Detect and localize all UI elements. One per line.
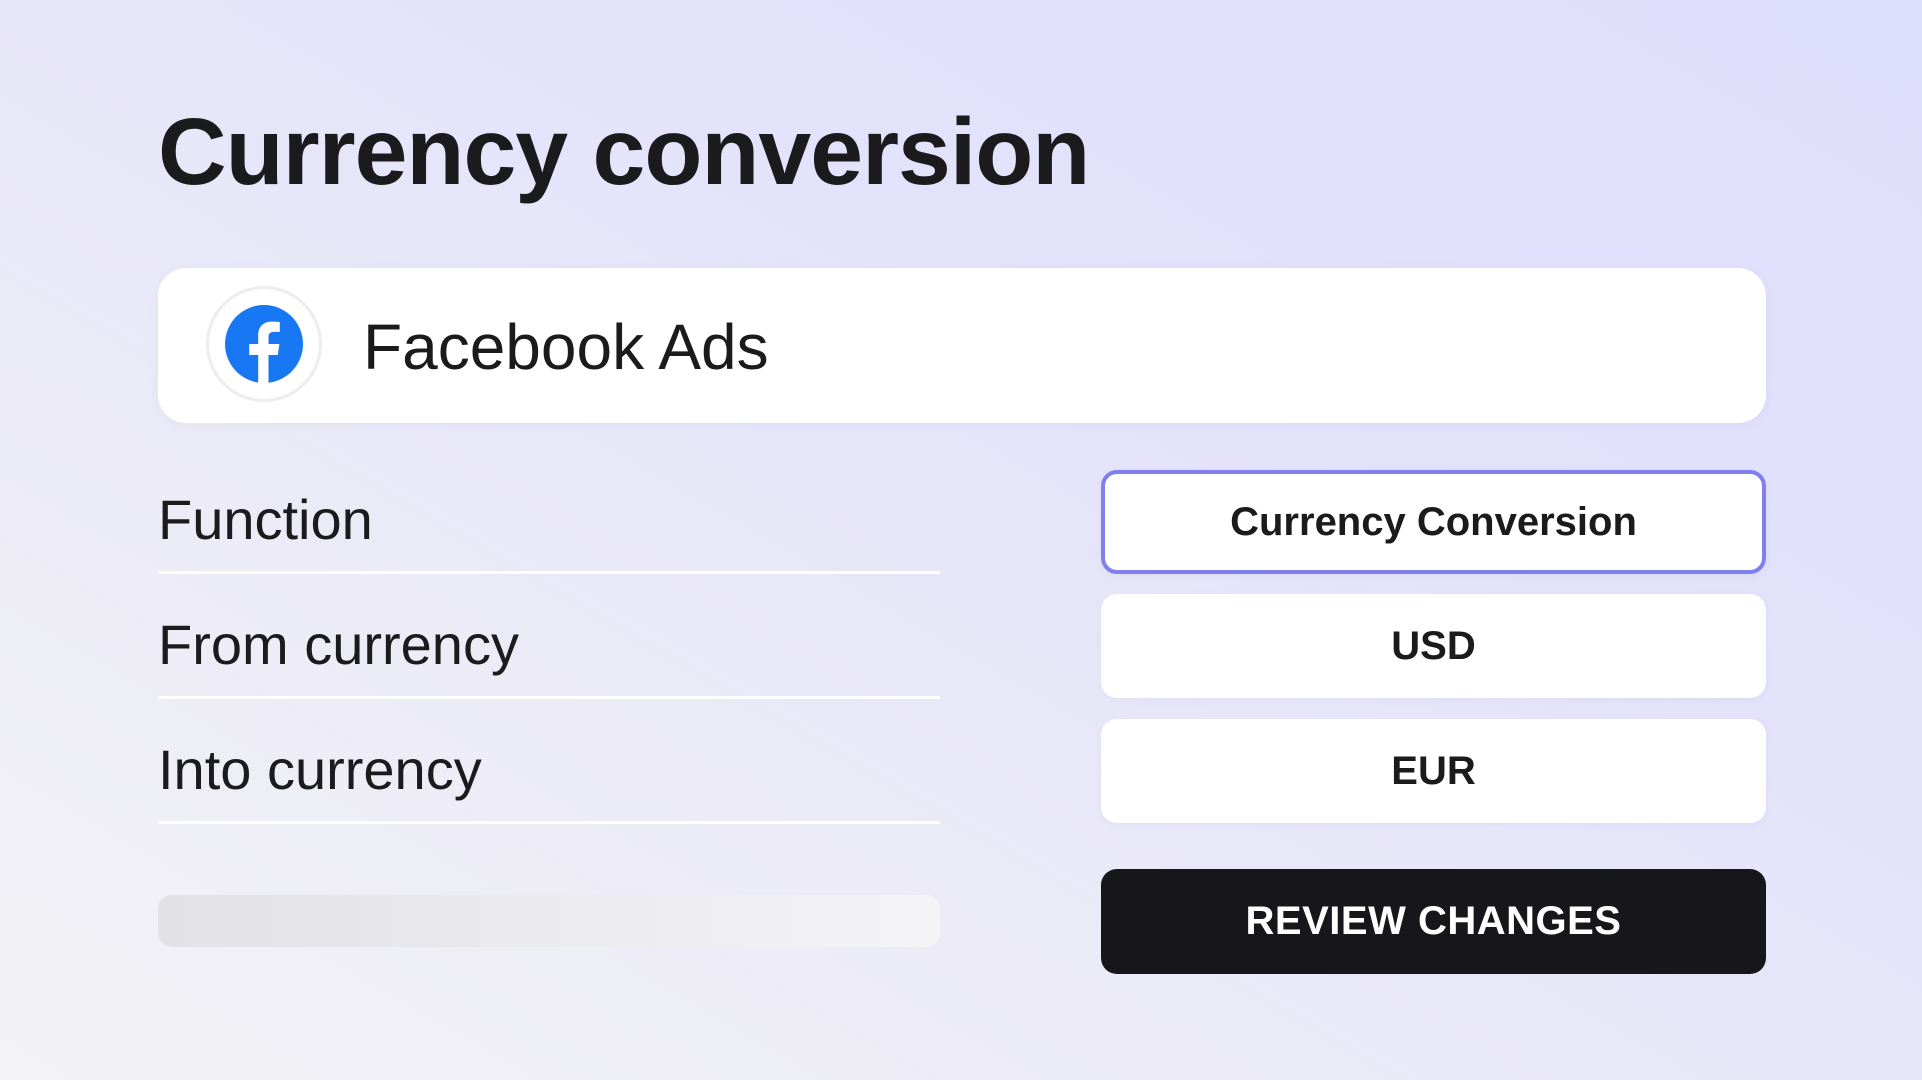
function-select[interactable]: Currency Conversion <box>1101 470 1766 574</box>
function-row: Function <box>158 450 940 574</box>
from-currency-label: From currency <box>158 613 519 677</box>
source-logo <box>206 286 322 402</box>
facebook-logo-icon <box>225 305 303 384</box>
into-currency-row: Into currency <box>158 700 940 824</box>
review-changes-button[interactable]: REVIEW CHANGES <box>1101 869 1766 974</box>
from-currency-row: From currency <box>158 575 940 699</box>
loading-placeholder-bar <box>158 895 940 947</box>
into-currency-select[interactable]: EUR <box>1101 719 1766 823</box>
data-source-card: Facebook Ads <box>158 268 1766 423</box>
into-currency-label: Into currency <box>158 738 482 802</box>
page-title: Currency conversion <box>158 99 1090 205</box>
from-currency-select[interactable]: USD <box>1101 594 1766 698</box>
function-label: Function <box>158 488 373 552</box>
source-name: Facebook Ads <box>363 311 769 383</box>
